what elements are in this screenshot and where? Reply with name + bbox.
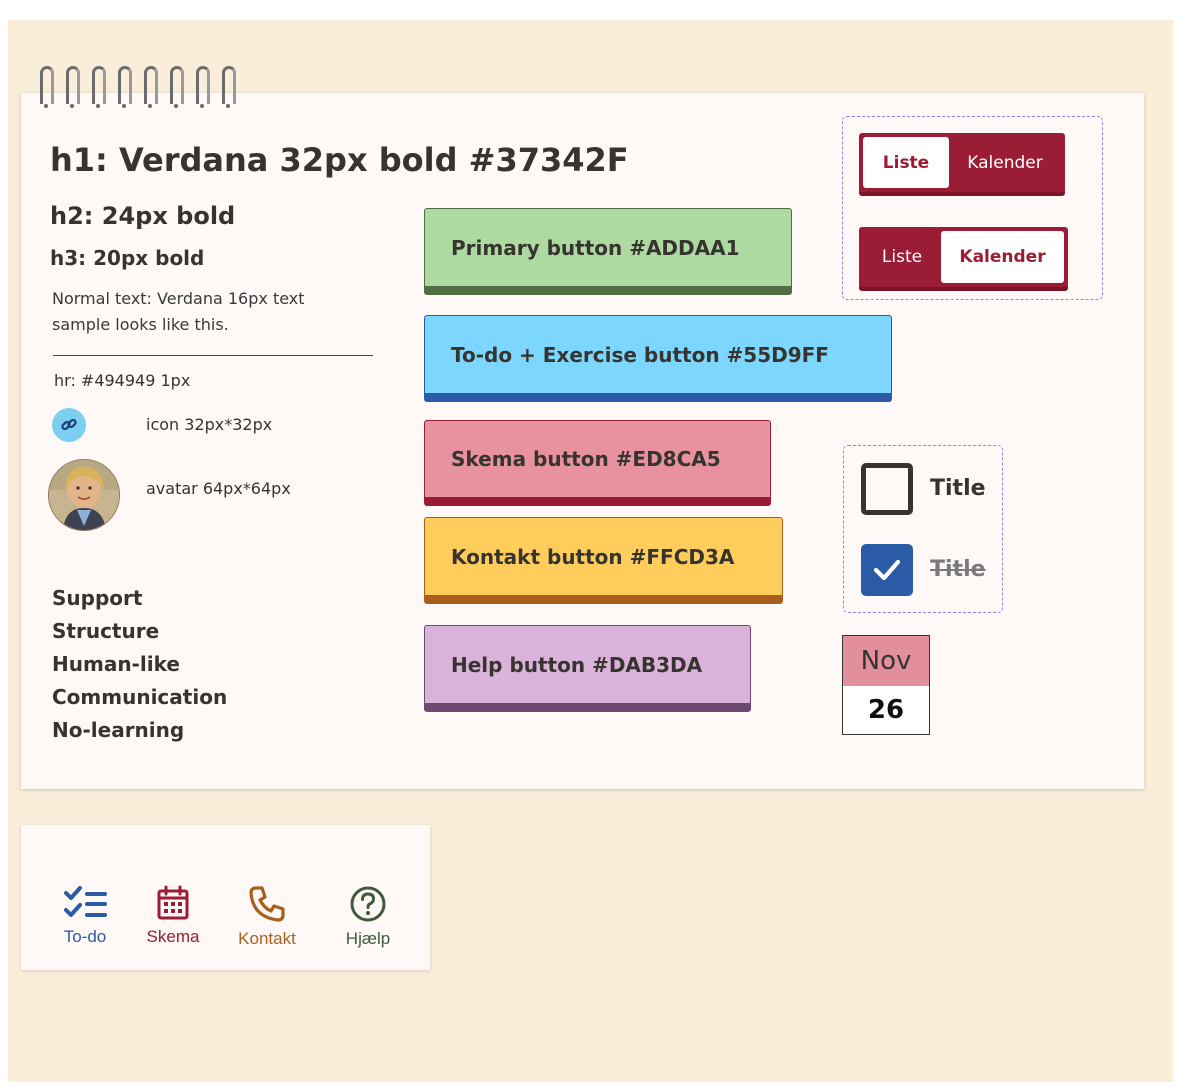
- value-item: Communication: [52, 685, 228, 709]
- checkbox-label: Title: [930, 476, 986, 501]
- avatar-size-label: avatar 64px*64px: [146, 479, 291, 498]
- nav-item-kontakt[interactable]: Kontakt: [222, 885, 312, 949]
- toggle-kalender[interactable]: Kalender: [949, 137, 1061, 188]
- view-toggle-calendar-active: Liste Kalender: [859, 227, 1068, 291]
- checkmark-icon: [873, 559, 901, 581]
- checklist-icon: [64, 886, 107, 917]
- values-list: Support Structure Human-like Communicati…: [52, 582, 227, 747]
- help-button[interactable]: Help button #DAB3DA: [424, 625, 751, 712]
- toggle-kalender[interactable]: Kalender: [941, 231, 1064, 283]
- todo-exercise-button[interactable]: To-do + Exercise button #55D9FF: [424, 315, 892, 402]
- nav-item-skema[interactable]: Skema: [128, 885, 218, 947]
- date-month: Nov: [843, 636, 929, 686]
- checkbox-label-done: Title: [930, 557, 986, 582]
- h2-sample: h2: 24px bold: [50, 202, 236, 230]
- nav-item-todo[interactable]: To-do: [40, 885, 130, 947]
- value-item: Structure: [52, 619, 160, 643]
- bottom-navigation: To-do Skema Kontakt Hjælp: [21, 825, 430, 970]
- h3-sample: h3: 20px bold: [50, 246, 205, 270]
- value-item: No-learning: [52, 718, 185, 742]
- hr-sample: [53, 355, 373, 356]
- primary-button[interactable]: Primary button #ADDAA1: [424, 208, 792, 295]
- hr-label: hr: #494949 1px: [54, 371, 191, 390]
- spiral-binding: [40, 66, 250, 108]
- date-day: 26: [867, 695, 905, 725]
- nav-label: Kontakt: [238, 929, 296, 948]
- nav-label: Hjælp: [345, 929, 391, 948]
- phone-icon: [249, 886, 285, 922]
- nav-label: To-do: [63, 927, 107, 946]
- value-item: Human-like: [52, 652, 180, 676]
- checkbox-unchecked[interactable]: [861, 463, 913, 515]
- icon-size-label: icon 32px*32px: [146, 415, 273, 434]
- kontakt-button[interactable]: Kontakt button #FFCD3A: [424, 517, 783, 604]
- date-badge: Nov 26: [842, 635, 930, 735]
- calendar-icon: [157, 885, 189, 920]
- help-icon: [350, 886, 386, 922]
- h1-sample: h1: Verdana 32px bold #37342F: [50, 141, 629, 179]
- value-item: Support: [52, 586, 143, 610]
- link-icon: [52, 408, 86, 442]
- avatar: [48, 459, 120, 531]
- nav-item-hjaelp[interactable]: Hjælp: [323, 885, 413, 949]
- checkbox-checked[interactable]: [861, 544, 913, 596]
- skema-button[interactable]: Skema button #ED8CA5: [424, 420, 771, 506]
- view-toggle-list-active: Liste Kalender: [859, 133, 1065, 196]
- nav-label: Skema: [146, 927, 200, 946]
- toggle-liste[interactable]: Liste: [863, 137, 949, 188]
- normal-text-sample: Normal text: Verdana 16px text sample lo…: [52, 289, 305, 334]
- toggle-liste[interactable]: Liste: [863, 231, 941, 283]
